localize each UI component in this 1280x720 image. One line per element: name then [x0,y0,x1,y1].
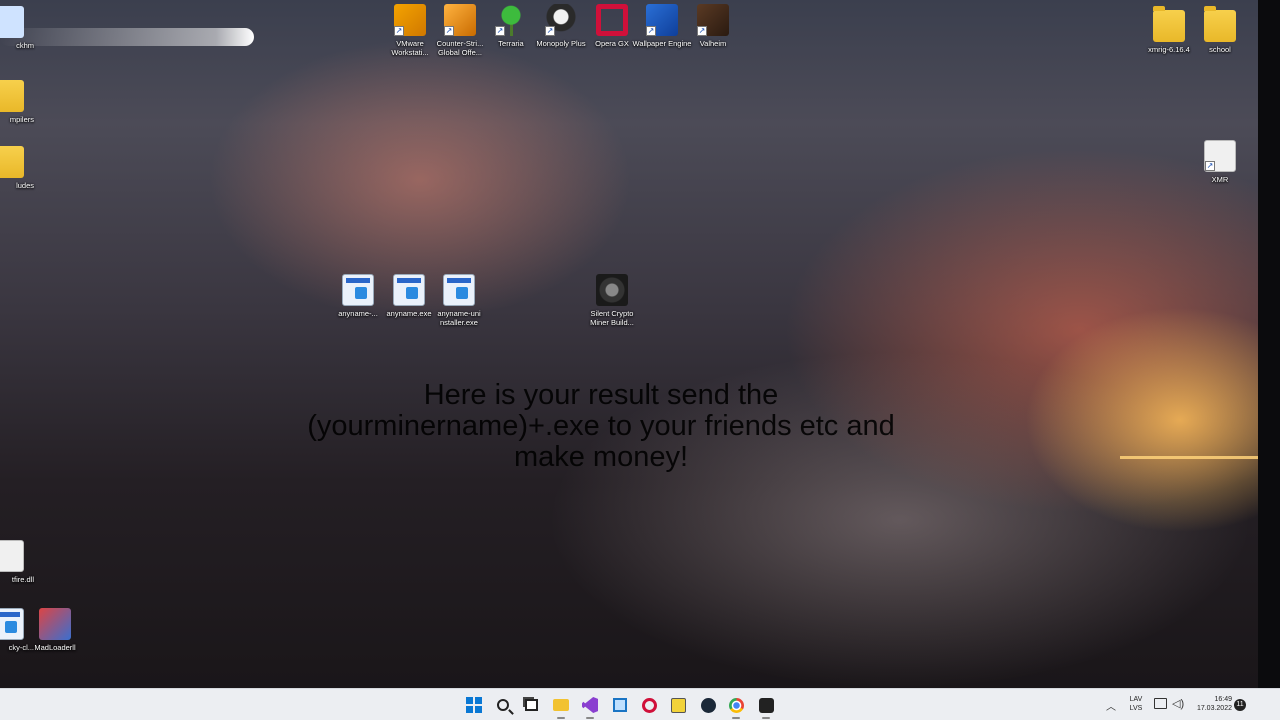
desktop-icon-csgo[interactable]: ↗ Counter-Stri... Global Offe... [432,4,488,57]
desktop-icon-label: anyname-uni nstaller.exe [437,309,481,327]
desktop-icon-valheim[interactable]: ↗ Valheim [685,4,741,48]
desktop-icon-wallpaper-engine[interactable]: ↗ Wallpaper Engine [633,4,691,48]
exe-icon [393,274,425,306]
clock-date: 17.03.2022 [1196,705,1232,712]
builder-icon [596,274,628,306]
desktop-icon-label: tfire.dll [11,575,34,584]
steam-icon[interactable] [698,695,718,715]
start-icon[interactable] [464,695,484,715]
taskbar: ︿ LAV LVS ◁) 16:49 17.03.2022 11 [0,688,1280,720]
clock-time: 16:49 [1214,696,1232,703]
csgo-icon: ↗ [444,4,476,36]
task-view-icon[interactable] [521,695,541,715]
desktop-icon-includes-folder[interactable]: ludes [0,138,36,190]
vmware-icon: ↗ [394,4,426,36]
gear-file-icon: ↗ [1204,140,1236,172]
opera-gx-icon[interactable] [639,695,659,715]
desktop-icon-anyname-uninstaller[interactable]: anyname-uni nstaller.exe [431,274,487,327]
desktop-icon-label: ckhm [16,41,34,50]
clock[interactable]: 16:49 17.03.2022 [1196,695,1232,713]
wallpaper-engine-icon: ↗ [646,4,678,36]
dll-file-icon [0,540,24,572]
desktop-icon-silent-crypto-miner-builder[interactable]: Silent Crypto Miner Build... [584,274,640,327]
chrome-icon[interactable] [726,695,746,715]
madloader-icon [39,608,71,640]
folder-icon [1204,6,1236,42]
screen-edge [1258,0,1280,688]
window-edge-fade [0,28,254,46]
search-icon[interactable] [493,695,513,715]
horizon-glow [1120,456,1260,459]
desktop-icon-madloader[interactable]: MadLoaderll [27,608,83,652]
desktop-icon-label: mpilers [9,115,34,124]
volume-icon[interactable]: ◁) [1172,697,1184,710]
running-indicator [732,717,740,719]
desktop-icon-school-folder[interactable]: school [1192,4,1248,54]
folder-icon [0,146,24,178]
desktop-icon-label: XMR [1211,175,1229,184]
desktop-icon-xmrig-folder[interactable]: xmrig-6.16.4 [1141,4,1197,54]
folder-icon [0,80,24,112]
terraria-icon: ↗ [495,4,527,36]
language-line-1: LAV [1129,696,1143,703]
desktop-icon-dll[interactable]: tfire.dll [0,540,36,584]
language-line-2: LVS [1129,705,1143,712]
valheim-icon: ↗ [697,4,729,36]
overlay-message: Here is your result send the (yourminern… [307,379,895,473]
notification-badge[interactable]: 11 [1234,699,1246,711]
language-indicator[interactable]: LAV LVS [1126,695,1146,713]
visual-studio-icon[interactable] [580,695,600,715]
file-explorer-icon[interactable] [551,695,571,715]
desktop-icon-xmr[interactable]: ↗ XMR [1192,140,1248,184]
opera-gx-icon [596,4,628,36]
monopoly-icon: ↗ [545,4,577,36]
desktop-icon-label: school [1209,45,1231,54]
running-indicator [586,717,594,719]
app-icon [0,6,24,38]
desktop-icon-compilers-folder[interactable]: mpilers [0,72,36,124]
desktop-icon-label: Valheim [699,39,727,48]
chevron-up-icon[interactable]: ︿ [1106,698,1116,713]
desktop-wallpaper [0,0,1280,688]
folder-icon [1153,6,1185,42]
running-indicator [762,717,770,719]
notes-icon[interactable] [668,695,688,715]
desktop-icon-ckhm[interactable]: ckhm [0,6,36,50]
desktop-icon-label: Silent Crypto Miner Build... [590,309,634,327]
desktop-icon-label: MadLoaderll [34,643,76,652]
exe-icon [0,608,24,640]
exe-icon [342,274,374,306]
builder-icon[interactable] [756,695,776,715]
running-indicator [557,717,565,719]
exe-icon [443,274,475,306]
desktop-icon-anyname-1[interactable]: anyname-... [330,274,386,318]
app-window-icon[interactable] [610,695,630,715]
desktop-icon-label: ludes [16,181,34,190]
network-icon[interactable] [1154,698,1167,709]
desktop-icon-monopoly[interactable]: ↗ Monopoly Plus [533,4,589,48]
